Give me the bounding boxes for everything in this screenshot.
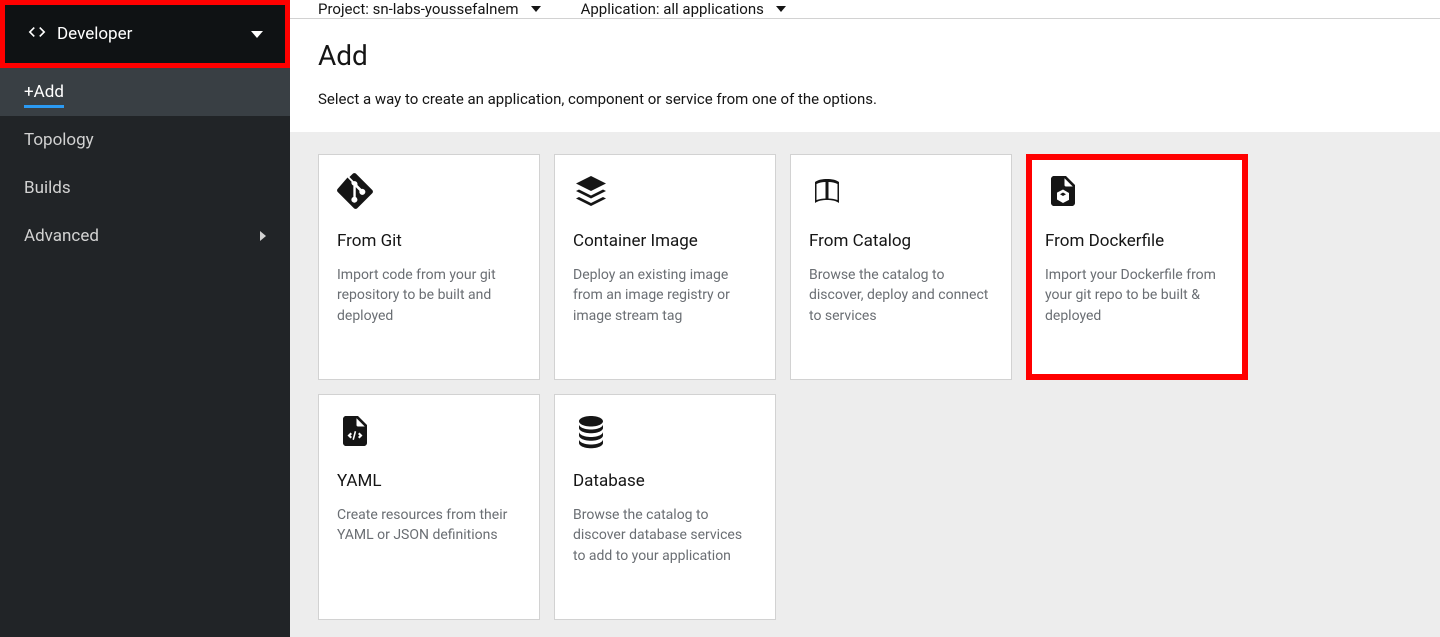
nav-item-topology[interactable]: Topology [0,116,290,164]
nav-item-builds-label: Builds [24,178,71,198]
card-title: YAML [337,471,521,491]
page-header: Add Select a way to create an applicatio… [290,19,1440,132]
card-container-image[interactable]: Container Image Deploy an existing image… [554,154,776,380]
card-desc: Browse the catalog to discover, deploy a… [809,265,993,326]
nav-item-add-label: +Add [24,82,64,102]
perspective-switcher[interactable]: Developer [0,0,290,68]
card-from-git[interactable]: From Git Import code from your git repos… [318,154,540,380]
application-selector[interactable]: Application: all applications [581,0,786,18]
sidebar: Developer +Add Topology Builds Advanced [0,0,290,637]
project-prefix: Project: [318,0,373,18]
nav-item-add[interactable]: +Add [0,68,290,116]
perspective-label: Developer [57,24,132,44]
code-icon [27,22,47,47]
card-database[interactable]: Database Browse the catalog to discover … [554,394,776,620]
chevron-right-icon [260,231,266,241]
cards-section: From Git Import code from your git repos… [290,132,1440,637]
context-toolbar: Project: sn-labs-youssefalnem Applicatio… [290,0,1440,19]
database-icon [573,413,757,449]
dockerfile-icon [1045,173,1229,209]
project-value: sn-labs-youssefalnem [373,0,519,18]
card-desc: Deploy an existing image from an image r… [573,265,757,326]
card-desc: Import code from your git repository to … [337,265,521,326]
card-desc: Import your Dockerfile from your git rep… [1045,265,1229,326]
card-title: Container Image [573,231,757,251]
caret-down-icon [776,6,786,12]
main-content: Project: sn-labs-youssefalnem Applicatio… [290,0,1440,637]
card-desc: Browse the catalog to discover database … [573,505,757,566]
card-title: Database [573,471,757,491]
sidebar-nav: +Add Topology Builds Advanced [0,68,290,260]
card-title: From Dockerfile [1045,231,1229,251]
card-from-catalog[interactable]: From Catalog Browse the catalog to disco… [790,154,1012,380]
nav-item-topology-label: Topology [24,130,94,150]
yaml-icon [337,413,521,449]
page-title: Add [318,39,1412,72]
page-description: Select a way to create an application, c… [318,90,1412,108]
card-title: From Catalog [809,231,993,251]
card-title: From Git [337,231,521,251]
project-selector[interactable]: Project: sn-labs-youssefalnem [318,0,541,18]
card-from-dockerfile[interactable]: From Dockerfile Import your Dockerfile f… [1026,154,1248,380]
card-yaml[interactable]: YAML Create resources from their YAML or… [318,394,540,620]
caret-down-icon [531,6,541,12]
application-prefix: Application: [581,0,664,18]
layers-icon [573,173,757,209]
git-icon [337,173,521,209]
catalog-icon [809,173,993,209]
caret-down-icon [251,31,263,38]
application-value: all applications [663,0,764,18]
nav-item-advanced[interactable]: Advanced [0,212,290,260]
card-desc: Create resources from their YAML or JSON… [337,505,521,546]
nav-item-advanced-label: Advanced [24,226,99,246]
nav-item-builds[interactable]: Builds [0,164,290,212]
